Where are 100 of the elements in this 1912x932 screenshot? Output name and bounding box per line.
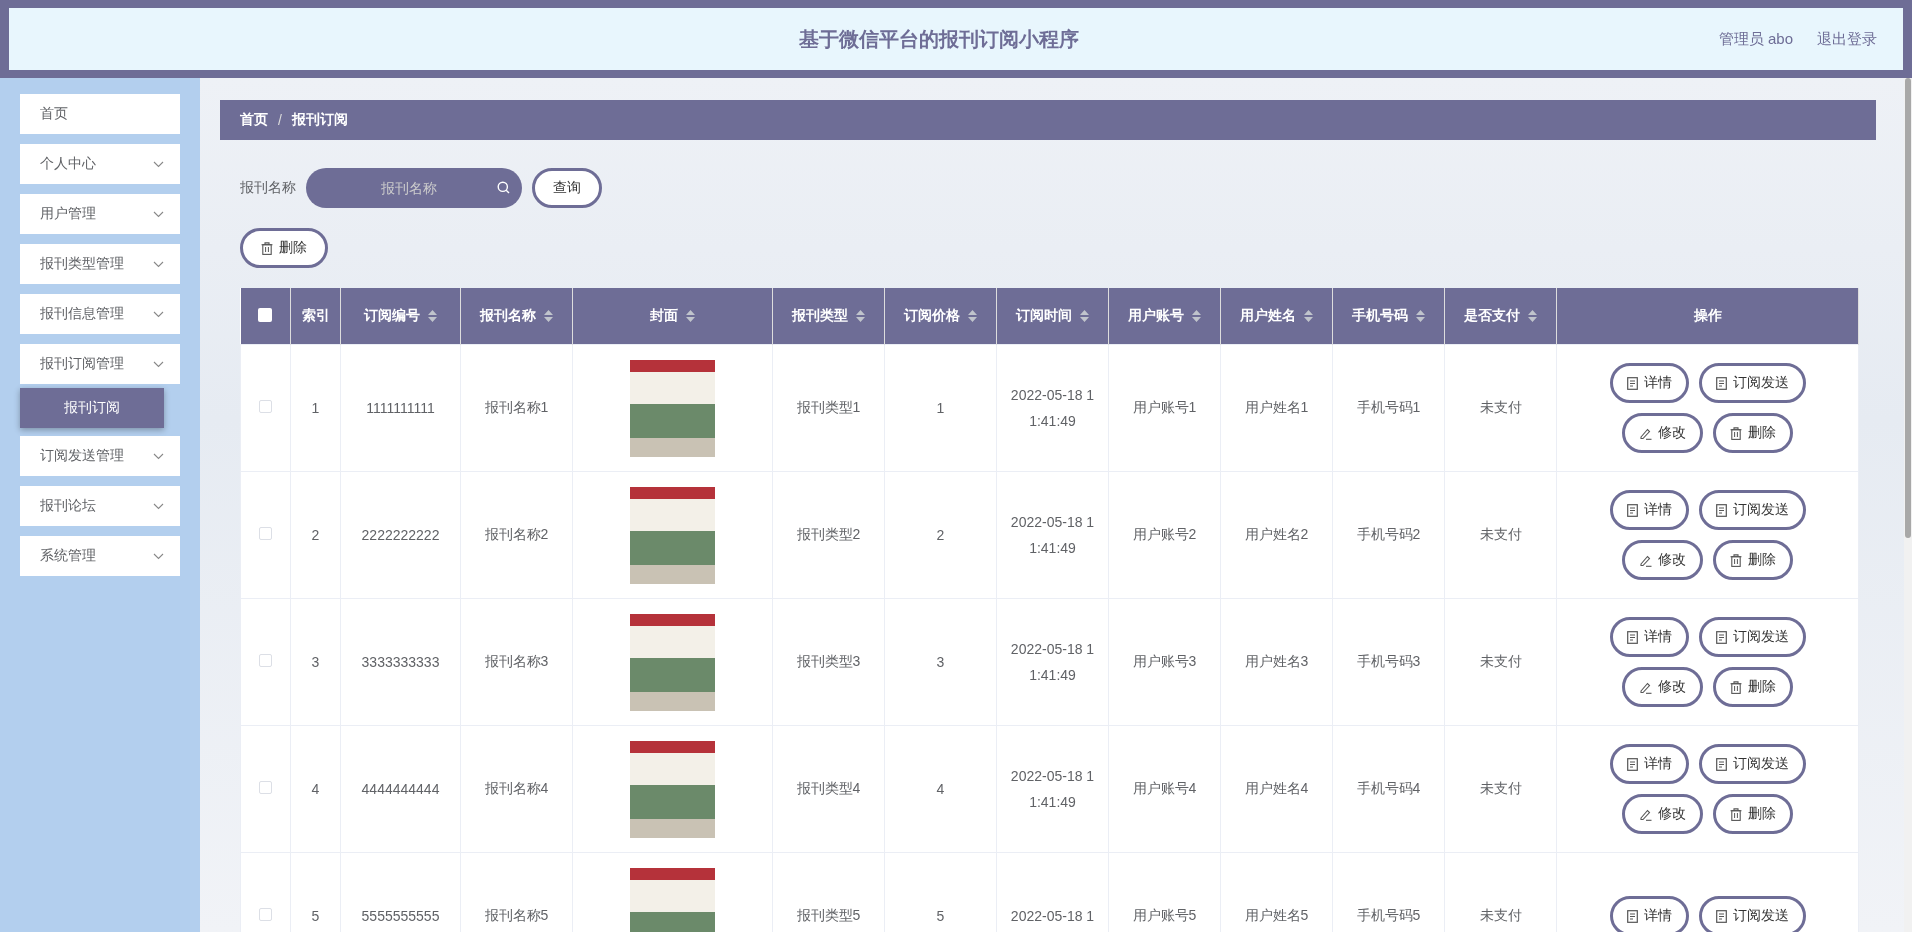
row-checkbox[interactable]	[259, 654, 272, 667]
payment-status-cell: 未支付	[1479, 780, 1522, 796]
row-checkbox[interactable]	[259, 781, 272, 794]
sidebar-item[interactable]: 个人中心	[20, 144, 180, 184]
subscription-time-cell: 2022-05-18 11:41:49	[1010, 514, 1095, 556]
column-header[interactable]: 订阅时间	[1016, 307, 1072, 325]
newspaper-type-cell: 报刊类型3	[796, 653, 861, 669]
column-header[interactable]: 手机号码	[1352, 307, 1408, 325]
action-button[interactable]: 删除	[1713, 413, 1793, 453]
chevron-down-icon	[153, 452, 164, 460]
logout-link[interactable]: 退出登录	[1817, 29, 1877, 49]
action-button[interactable]: 详情	[1609, 896, 1689, 932]
action-button[interactable]: 订阅发送	[1698, 490, 1806, 530]
sort-icon	[1192, 310, 1201, 322]
index-cell: 4	[311, 781, 320, 797]
sidebar-item[interactable]: 用户管理	[20, 194, 180, 234]
pencil-icon	[1639, 553, 1652, 567]
action-button[interactable]: 订阅发送	[1698, 363, 1806, 403]
action-button[interactable]: 详情	[1609, 363, 1689, 403]
select-all-checkbox[interactable]	[258, 307, 273, 322]
newspaper-type-cell: 报刊类型4	[796, 780, 861, 796]
action-button[interactable]: 订阅发送	[1698, 617, 1806, 657]
user-account-cell: 用户账号4	[1132, 780, 1197, 796]
chevron-down-icon	[153, 310, 164, 318]
pencil-icon	[1639, 426, 1652, 440]
newspaper-name-cell: 报刊名称4	[484, 780, 549, 796]
index-cell: 3	[311, 654, 320, 670]
subscription-time-cell: 2022-05-18 11:41:49	[1010, 641, 1095, 683]
action-button[interactable]: 订阅发送	[1698, 744, 1806, 784]
sort-icon	[856, 310, 865, 322]
search-field[interactable]: 报刊名称	[306, 168, 522, 208]
chevron-down-icon	[153, 260, 164, 268]
subscription-time-cell: 2022-05-18 11:41:49	[1010, 387, 1095, 429]
column-header[interactable]: 封面	[650, 307, 678, 325]
document-icon	[1715, 909, 1727, 923]
pencil-icon	[1639, 807, 1652, 821]
sidebar-item[interactable]: 报刊论坛	[20, 486, 180, 526]
newspaper-name-cell: 报刊名称5	[484, 907, 549, 923]
chevron-down-icon	[153, 502, 164, 510]
document-icon	[1715, 630, 1727, 644]
column-header[interactable]: 订阅编号	[364, 307, 420, 325]
action-button[interactable]: 删除	[1713, 540, 1793, 580]
sidebar-subitem[interactable]: 报刊订阅	[20, 388, 164, 428]
payment-status-cell: 未支付	[1479, 399, 1522, 415]
sort-icon	[1080, 310, 1089, 322]
phone-cell: 手机号码2	[1356, 526, 1421, 542]
payment-status-cell: 未支付	[1479, 526, 1522, 542]
action-button[interactable]: 详情	[1609, 490, 1689, 530]
payment-status-cell: 未支付	[1479, 907, 1522, 923]
order-number-cell: 2222222222	[361, 527, 440, 543]
chevron-down-icon	[153, 210, 164, 218]
price-cell: 5	[936, 908, 945, 924]
row-checkbox[interactable]	[259, 908, 272, 921]
action-button[interactable]: 修改	[1622, 667, 1703, 707]
price-cell: 2	[936, 527, 945, 543]
column-header[interactable]: 用户账号	[1128, 307, 1184, 325]
price-cell: 4	[936, 781, 945, 797]
column-header[interactable]: 报刊类型	[792, 307, 848, 325]
row-checkbox[interactable]	[259, 400, 272, 413]
delete-button[interactable]: 删除	[240, 228, 328, 268]
trash-icon	[1730, 680, 1742, 694]
action-button[interactable]: 订阅发送	[1698, 896, 1806, 932]
action-button[interactable]: 修改	[1622, 413, 1703, 453]
sort-icon	[1528, 310, 1537, 322]
index-cell: 2	[311, 527, 320, 543]
search-icon	[497, 181, 510, 194]
action-button[interactable]: 修改	[1622, 540, 1703, 580]
subscription-time-cell: 2022-05-18 11:41:49	[1010, 768, 1095, 810]
user-account-cell: 用户账号3	[1132, 653, 1197, 669]
user-name-cell: 用户姓名5	[1244, 907, 1309, 923]
trash-icon	[1730, 426, 1742, 440]
sidebar-item[interactable]: 报刊信息管理	[20, 294, 180, 334]
document-icon	[1626, 909, 1638, 923]
phone-cell: 手机号码3	[1356, 653, 1421, 669]
trash-icon	[1730, 553, 1742, 567]
sidebar-item[interactable]: 系统管理	[20, 536, 180, 576]
sidebar-item[interactable]: 首页	[20, 94, 180, 134]
action-button[interactable]: 详情	[1609, 617, 1689, 657]
column-header[interactable]: 报刊名称	[480, 307, 536, 325]
action-button[interactable]: 修改	[1622, 794, 1703, 834]
newspaper-type-cell: 报刊类型1	[796, 399, 861, 415]
action-button[interactable]: 删除	[1713, 794, 1793, 834]
row-checkbox[interactable]	[259, 527, 272, 540]
subscription-time-cell: 2022-05-18 1	[1010, 908, 1095, 924]
price-cell: 3	[936, 654, 945, 670]
sidebar-item[interactable]: 报刊类型管理	[20, 244, 180, 284]
action-button[interactable]: 删除	[1713, 667, 1793, 707]
sidebar-item[interactable]: 报刊订阅管理	[20, 344, 180, 384]
breadcrumb-link[interactable]: 首页	[240, 111, 268, 129]
column-header[interactable]: 订阅价格	[904, 307, 960, 325]
breadcrumb-link[interactable]: 报刊订阅	[291, 111, 348, 129]
query-button[interactable]: 查询	[532, 168, 602, 208]
order-number-cell: 3333333333	[361, 654, 440, 670]
payment-status-cell: 未支付	[1479, 653, 1522, 669]
action-button[interactable]: 详情	[1609, 744, 1689, 784]
scrollbar[interactable]	[1904, 78, 1912, 932]
column-header[interactable]: 用户姓名	[1240, 307, 1296, 325]
sidebar-item[interactable]: 订阅发送管理	[20, 436, 180, 476]
admin-username: 管理员 abo	[1718, 29, 1793, 49]
column-header[interactable]: 是否支付	[1464, 307, 1520, 325]
